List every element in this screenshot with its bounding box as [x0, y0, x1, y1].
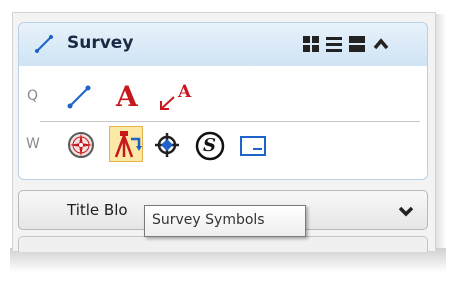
rectangle-tool[interactable]: [238, 134, 268, 158]
place-text-leader-tool[interactable]: A: [158, 82, 198, 112]
text-leader-icon: [160, 96, 175, 110]
next-section-header[interactable]: [18, 236, 428, 252]
chevron-down-icon[interactable]: [397, 202, 415, 220]
s-symbol-letter: S: [203, 135, 216, 156]
compass-rose-icon: [68, 132, 94, 158]
survey-line-icon: [67, 85, 91, 109]
title-block-label: Title Blo: [67, 201, 128, 219]
row-key-q: Q: [27, 88, 39, 104]
survey-symbols-icon: [114, 131, 142, 158]
collapse-up-icon[interactable]: [371, 34, 391, 54]
place-text-tool[interactable]: A: [112, 80, 148, 114]
compass-tool[interactable]: [66, 130, 96, 160]
rectangle-icon: [240, 136, 266, 156]
panel-view-icon[interactable]: [347, 34, 367, 54]
tooltip: Survey Symbols: [144, 205, 306, 237]
survey-symbols-tool[interactable]: [109, 126, 143, 162]
crosshair-icon: [155, 133, 179, 157]
grid-view-icon[interactable]: [301, 34, 321, 54]
survey-section-header[interactable]: Survey: [18, 22, 428, 66]
row-key-w: W: [26, 136, 40, 152]
text-icon: A: [116, 80, 138, 113]
survey-s-symbol-tool[interactable]: S: [194, 130, 226, 162]
section-title: Survey: [67, 33, 134, 53]
row-divider: [40, 121, 420, 122]
place-survey-line-tool[interactable]: [64, 82, 94, 112]
crosshair-tool[interactable]: [152, 130, 182, 160]
list-view-icon[interactable]: [324, 34, 344, 54]
survey-line-icon: [35, 35, 53, 53]
tooltip-text: Survey Symbols: [152, 212, 265, 228]
text-leader-letter: A: [178, 82, 192, 102]
